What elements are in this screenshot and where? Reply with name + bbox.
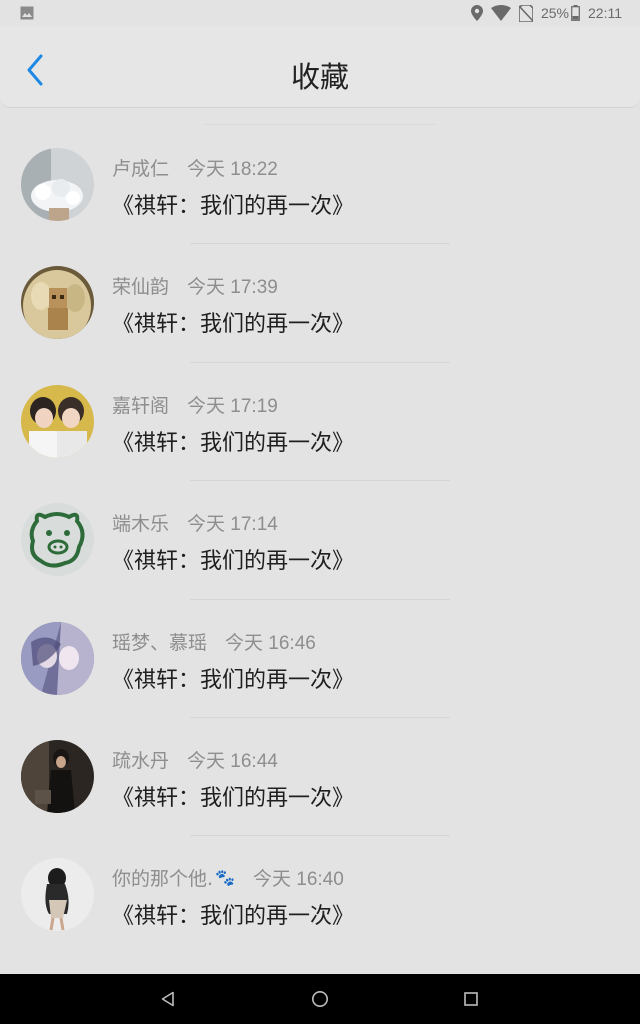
sender-name: 荣仙韵 <box>112 276 170 299</box>
pig-drawing-icon <box>21 503 94 577</box>
timestamp: 今天 17:39 <box>187 277 278 299</box>
wifi-icon <box>490 5 511 21</box>
navigation-bar <box>0 974 640 1024</box>
flower-photo-icon <box>21 148 94 221</box>
favorite-content[interactable]: 《祺轩：我们的再一次》 <box>112 662 354 694</box>
battery-icon <box>571 5 580 21</box>
favorite-content[interactable]: 《祺轩：我们的再一次》 <box>112 425 354 457</box>
avatar[interactable] <box>21 384 94 458</box>
header: 收藏 <box>0 26 640 108</box>
favorite-content[interactable]: 《祺轩：我们的再一次》 <box>112 898 354 930</box>
avatar[interactable] <box>21 858 94 932</box>
status-right: 25% 22:11 <box>470 3 622 23</box>
avatar[interactable] <box>21 503 94 577</box>
item-meta: 卢成仁 今天 18:22 <box>112 154 278 181</box>
location-icon <box>470 5 483 21</box>
page-title: 收藏 <box>290 60 349 94</box>
avatar[interactable] <box>21 739 94 813</box>
timestamp: 今天 16:44 <box>187 750 278 772</box>
list-item[interactable]: 卢成仁 今天 18:22 《祺轩：我们的再一次》 <box>0 126 640 245</box>
avatar[interactable] <box>21 148 94 221</box>
favorite-content[interactable]: 《祺轩：我们的再一次》 <box>112 306 354 338</box>
timestamp: 今天 17:14 <box>187 514 278 536</box>
favorite-content[interactable]: 《祺轩：我们的再一次》 <box>112 780 354 812</box>
list-item[interactable]: 荣仙韵 今天 17:39 《祺轩：我们的再一次》 <box>0 244 640 363</box>
timestamp: 今天 18:22 <box>187 159 278 180</box>
anime-art-icon <box>21 621 94 695</box>
item-meta: 荣仙韵 今天 17:39 <box>112 272 278 299</box>
two-people-photo-icon <box>21 384 94 458</box>
nav-home-button[interactable] <box>310 989 330 1009</box>
nav-back-button[interactable] <box>158 989 178 1009</box>
sender-name: 端木乐 <box>112 513 170 536</box>
list-item[interactable]: 瑶梦、慕瑶 今天 16:46 《祺轩：我们的再一次》 <box>0 600 640 718</box>
avatar[interactable] <box>21 621 94 695</box>
item-meta: 瑶梦、慕瑶 今天 16:46 <box>112 628 316 655</box>
sender-name: 疏水丹 <box>112 749 170 772</box>
favorite-content[interactable]: 《祺轩：我们的再一次》 <box>112 543 354 575</box>
no-sim-icon <box>518 4 533 22</box>
timestamp: 今天 16:40 <box>252 869 344 891</box>
favorites-list: 卢成仁 今天 18:22 《祺轩：我们的再一次》 荣仙韵 今天 17:39 《祺… <box>0 126 640 955</box>
item-meta: 嘉轩阁 今天 17:19 <box>112 391 278 418</box>
sender-name: 卢成仁 <box>112 158 170 180</box>
square-recents-icon <box>464 992 478 1006</box>
timestamp: 今天 17:19 <box>187 395 278 417</box>
paw-icon: 🐾 <box>215 868 235 888</box>
status-bar: 25% 22:11 <box>0 0 640 26</box>
danbo-photo-icon <box>21 266 94 340</box>
list-item[interactable]: 端木乐 今天 17:14 《祺轩：我们的再一次》 <box>0 481 640 600</box>
item-meta: 疏水丹 今天 16:44 <box>112 746 278 773</box>
triangle-back-icon <box>161 991 174 1007</box>
list-item[interactable]: 你的那个他. 🐾 今天 16:40 《祺轩：我们的再一次》 <box>0 836 640 954</box>
sender-name: 嘉轩阁 <box>112 394 170 417</box>
nav-recents-button[interactable] <box>461 989 481 1009</box>
divider <box>205 124 435 125</box>
item-meta: 端木乐 今天 17:14 <box>112 509 278 536</box>
timestamp: 今天 16:46 <box>225 632 316 654</box>
battery-percent: 25% <box>540 5 569 21</box>
favorite-content[interactable]: 《祺轩：我们的再一次》 <box>112 188 354 220</box>
girl-walking-photo-icon <box>21 858 94 932</box>
list-item[interactable]: 疏水丹 今天 16:44 《祺轩：我们的再一次》 <box>0 718 640 837</box>
item-meta: 你的那个他. 🐾 今天 16:40 <box>112 864 344 891</box>
image-notification-icon <box>20 6 34 20</box>
dark-portrait-icon <box>21 739 94 813</box>
avatar[interactable] <box>21 266 94 340</box>
list-item[interactable]: 嘉轩阁 今天 17:19 《祺轩：我们的再一次》 <box>0 363 640 482</box>
sender-name: 瑶梦、慕瑶 <box>112 631 208 654</box>
clock: 22:11 <box>588 5 622 21</box>
circle-home-icon <box>312 991 328 1007</box>
sender-name: 你的那个他. <box>112 868 214 891</box>
